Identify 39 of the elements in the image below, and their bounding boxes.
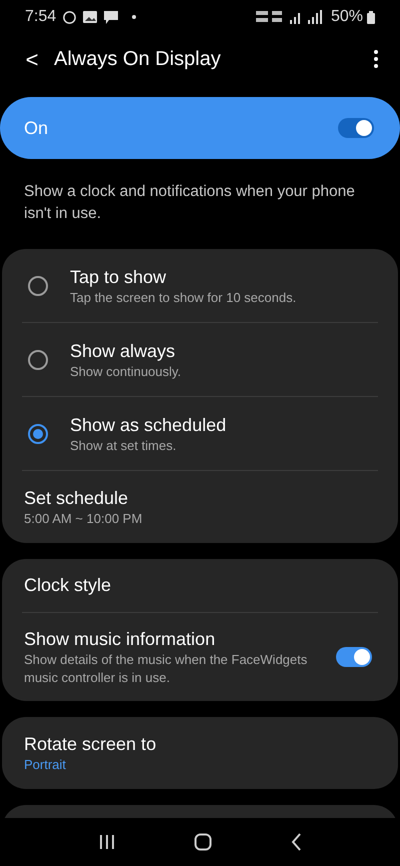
message-icon	[104, 10, 118, 24]
clock-time: 7:54	[25, 7, 56, 27]
description-text: Show a clock and notifications when your phone isn't in use.	[24, 182, 356, 224]
row-subtitle: Show details of the music when the FaceWidgets music controller is in use.	[24, 651, 308, 687]
back-icon[interactable]	[290, 833, 301, 851]
option-subtitle: Show at set times.	[70, 436, 178, 454]
more-options-icon[interactable]	[374, 50, 378, 68]
page-title: Always On Display	[54, 47, 222, 72]
option-title: Show always	[70, 340, 176, 362]
radio-button[interactable]	[28, 276, 48, 296]
schedule-row[interactable]: Set schedule 5:00 AM ~ 10:00 PM	[2, 471, 398, 543]
image-icon	[83, 11, 98, 23]
signal-icon	[288, 10, 323, 24]
schedule-title: Set schedule	[24, 487, 130, 510]
settings-row[interactable]: Clock style	[2, 559, 398, 612]
radio-option[interactable]: Tap to show Tap the screen to show for 10 seconds.	[2, 249, 398, 322]
dot-icon	[132, 15, 136, 19]
battery-percent: 50%	[330, 7, 363, 27]
option-subtitle: Show continuously.	[70, 362, 182, 380]
toggle-switch[interactable]	[338, 118, 374, 138]
radio-option[interactable]: Show as scheduled Show at set times.	[2, 397, 398, 470]
option-title: Tap to show	[70, 266, 168, 288]
schedule-value: 5:00 AM ~ 10:00 PM	[24, 510, 144, 528]
row-title: Clock style	[24, 574, 112, 597]
radio-option[interactable]: Show always Show continuously.	[2, 323, 398, 396]
radio-button[interactable]	[28, 424, 48, 444]
switch-label: On	[24, 116, 50, 140]
recent-apps-icon[interactable]	[99, 834, 116, 850]
home-icon[interactable]	[194, 833, 212, 851]
option-subtitle: Tap the screen to show for 10 seconds.	[70, 288, 296, 306]
rotate-title: Rotate screen to	[24, 733, 158, 756]
rotate-value: Portrait	[24, 756, 67, 774]
radio-button[interactable]	[28, 350, 48, 370]
option-title: Show as scheduled	[70, 414, 226, 436]
toggle-switch[interactable]	[336, 647, 372, 667]
battery-icon	[367, 10, 375, 24]
row-title: Show music information	[24, 628, 216, 651]
settings-row[interactable]: Show music information Show details of the music when the FaceWidgets music controller is in use.	[2, 613, 398, 701]
back-button[interactable]: <	[20, 42, 44, 76]
